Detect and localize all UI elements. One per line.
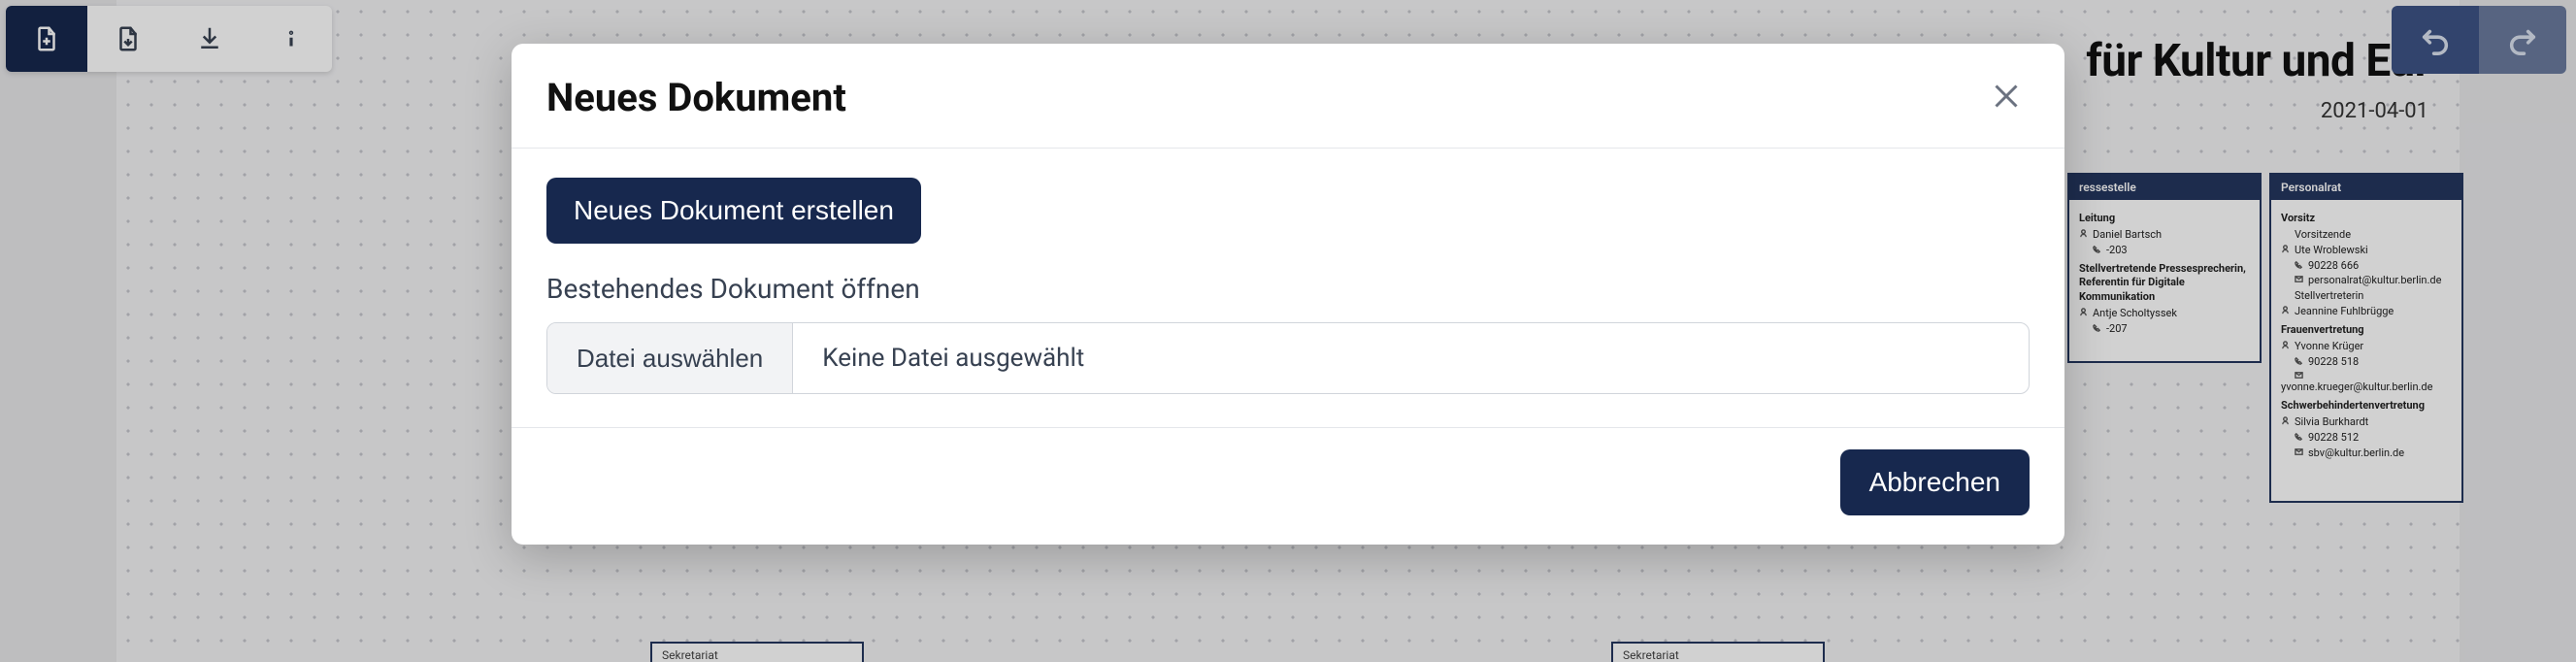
file-status-label: Keine Datei ausgewählt (793, 323, 2029, 393)
file-picker: Datei auswählen Keine Datei ausgewählt (546, 322, 2030, 394)
open-existing-label: Bestehendes Dokument öffnen (546, 273, 2030, 305)
modal-title: Neues Dokument (546, 75, 846, 120)
new-document-modal: Neues Dokument Neues Dokument erstellen … (512, 44, 2064, 545)
close-icon (1989, 79, 2024, 114)
create-document-button[interactable]: Neues Dokument erstellen (546, 178, 921, 244)
choose-file-button[interactable]: Datei auswählen (547, 323, 793, 393)
close-button[interactable] (1983, 73, 2030, 122)
cancel-button[interactable]: Abbrechen (1840, 449, 2030, 515)
